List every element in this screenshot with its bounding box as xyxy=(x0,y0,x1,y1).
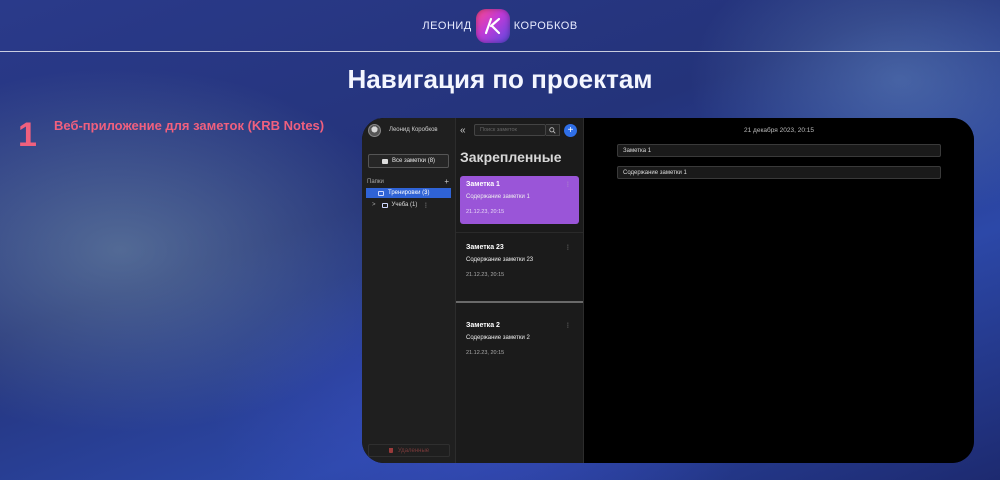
note-preview: Содержание заметки 2 xyxy=(466,335,530,341)
project-title: Веб-приложение для заметок (KRB Notes) xyxy=(54,118,325,133)
note-menu-button[interactable]: ⋮ xyxy=(565,181,571,188)
note-title: Заметка 2 xyxy=(466,322,500,329)
sidebar: Леонид Коробков Все заметки (8) Папки + … xyxy=(362,118,456,463)
project-number: 1 xyxy=(18,116,37,154)
note-editor: 21 декабря 2023, 20:15 Заметка 1 Содержа… xyxy=(584,118,974,463)
note-card[interactable]: Заметка 23 Содержание заметки 23 21.12.2… xyxy=(460,239,579,287)
trash-icon xyxy=(388,448,393,453)
note-date: 21.12.23, 20:15 xyxy=(466,350,505,356)
all-notes-label: Все заметки (8) xyxy=(391,158,436,164)
note-card[interactable]: Заметка 2 Содержание заметки 2 21.12.23,… xyxy=(460,317,579,365)
pinned-divider xyxy=(456,301,583,303)
note-menu-button[interactable]: ⋮ xyxy=(565,322,571,329)
folder-outline-icon xyxy=(378,190,384,196)
folder-menu-button[interactable]: ⋮ xyxy=(423,202,429,209)
add-note-button[interactable]: + xyxy=(564,123,577,137)
note-menu-button[interactable]: ⋮ xyxy=(565,244,571,251)
pinned-section-title: Закрепленные xyxy=(460,149,562,165)
user-name: Леонид Коробков xyxy=(389,127,438,133)
note-preview: Содержание заметки 23 xyxy=(466,257,534,263)
brand-first-name: ЛЕОНИД xyxy=(422,20,472,32)
folder-outline-icon xyxy=(381,202,388,208)
brand-last-name: КОРОБКОВ xyxy=(513,20,578,32)
note-card[interactable]: Заметка 1 Содержание заметки 1 21.12.23,… xyxy=(460,176,579,224)
add-folder-button[interactable]: + xyxy=(444,177,449,186)
collapse-sidebar-button[interactable]: « xyxy=(460,125,474,136)
folders-header: Папки + xyxy=(367,177,449,186)
trash-label: Удаленные xyxy=(397,447,430,454)
trash-button[interactable]: Удаленные xyxy=(368,444,450,457)
avatar[interactable] xyxy=(368,123,381,137)
search-button[interactable] xyxy=(546,124,560,136)
notes-app-screenshot: Леонид Коробков Все заметки (8) Папки + … xyxy=(362,118,974,463)
note-title: Заметка 23 xyxy=(466,244,504,251)
folders-label: Папки xyxy=(367,178,384,185)
lk-monogram-glyph xyxy=(484,17,500,35)
slide-header: ЛЕОНИД КОРОБКОВ xyxy=(0,0,1000,52)
user-row[interactable]: Леонид Коробков xyxy=(362,118,455,142)
note-title: Заметка 1 xyxy=(466,181,500,188)
list-divider xyxy=(456,232,583,233)
note-preview: Содержание заметки 1 xyxy=(466,194,530,200)
folder-icon xyxy=(381,158,388,164)
note-body-field[interactable]: Содержание заметки 1 xyxy=(617,166,941,179)
note-title-field[interactable]: Заметка 1 xyxy=(617,144,941,157)
search-icon xyxy=(549,126,556,134)
list-toolbar: « Поиск заметок + xyxy=(456,118,583,142)
folder-item-study[interactable]: > Учеба (1) ⋮ xyxy=(366,200,451,210)
note-date: 21.12.23, 20:15 xyxy=(466,209,505,215)
all-notes-button[interactable]: Все заметки (8) xyxy=(368,154,449,168)
editor-date: 21 декабря 2023, 20:15 xyxy=(744,127,814,134)
expand-chevron-icon[interactable]: > xyxy=(372,202,376,208)
folder-item-trainings[interactable]: Тренировки (3) ⋮ xyxy=(366,188,451,198)
note-date: 21.12.23, 20:15 xyxy=(466,272,505,278)
folder-label: Учеба (1) xyxy=(391,202,418,208)
header-divider xyxy=(0,51,1000,52)
page-title: Навигация по проектам xyxy=(347,64,653,94)
lk-monogram-icon xyxy=(475,9,510,43)
folder-menu-button[interactable]: ⋮ xyxy=(423,190,429,197)
notes-list-panel: « Поиск заметок + Закрепленные Заметка 1… xyxy=(456,118,584,463)
search-input[interactable]: Поиск заметок xyxy=(474,124,546,136)
